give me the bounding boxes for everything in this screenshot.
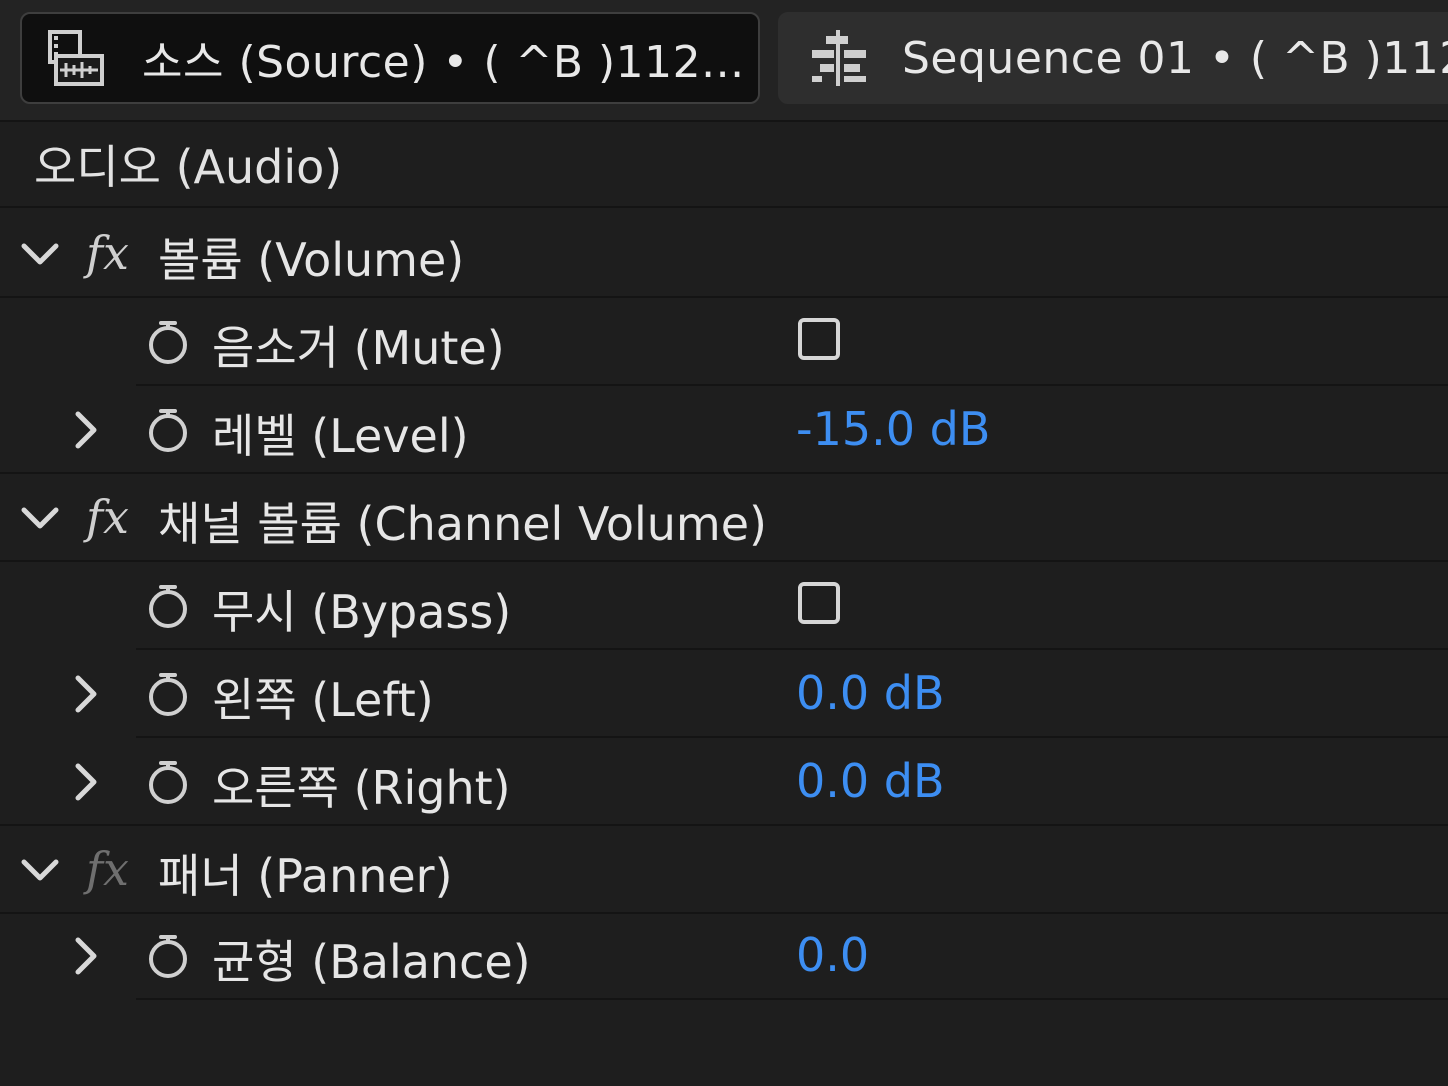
param-row-bypass: 무시 (Bypass) [0,562,1448,650]
chevron-right-icon[interactable] [66,936,106,976]
audio-section-title: 오디오 (Audio) [34,140,343,194]
effect-row-channel-volume: fx 채널 볼륨 (Channel Volume) [0,474,1448,562]
param-row-balance: 균형 (Balance) 0.0 [0,912,1448,1000]
stopwatch-icon[interactable] [144,670,192,718]
effect-row-panner: fx 패너 (Panner) [0,826,1448,914]
chevron-right-icon[interactable] [66,762,106,802]
param-row-level: 레벨 (Level) -15.0 dB [0,386,1448,474]
chevron-right-icon[interactable] [66,674,106,714]
effect-row-volume: fx 볼륨 (Volume) [0,210,1448,298]
fx-toggle-volume[interactable]: fx [86,226,129,280]
effect-label-panner: 패너 (Panner) [158,849,453,903]
effect-label-channel-volume: 채널 볼륨 (Channel Volume) [158,497,767,551]
bypass-checkbox[interactable] [798,582,840,624]
effect-controls-panel: 소스 (Source) • ( ^B )112... Sequence 01 •… [0,0,1448,1086]
source-clip-icon [44,26,108,90]
tab-source[interactable]: 소스 (Source) • ( ^B )112... [20,12,760,104]
chevron-down-icon[interactable] [20,498,60,538]
effect-label-volume: 볼륨 (Volume) [158,233,465,287]
param-row-left: 왼쪽 (Left) 0.0 dB [0,650,1448,738]
stopwatch-icon[interactable] [144,318,192,366]
level-value[interactable]: -15.0 dB [796,402,990,456]
param-label-bypass: 무시 (Bypass) [212,585,512,639]
param-row-right: 오른쪽 (Right) 0.0 dB [0,738,1448,826]
param-row-mute: 음소거 (Mute) [0,298,1448,386]
stopwatch-icon[interactable] [144,582,192,630]
param-label-balance: 균형 (Balance) [212,935,531,989]
fx-toggle-channel-volume[interactable]: fx [86,490,129,544]
tab-bar: 소스 (Source) • ( ^B )112... Sequence 01 •… [0,0,1448,122]
param-label-left: 왼쪽 (Left) [212,673,434,727]
chevron-down-icon[interactable] [20,850,60,890]
left-value[interactable]: 0.0 dB [796,666,945,720]
balance-value[interactable]: 0.0 [796,928,869,982]
param-label-level: 레벨 (Level) [212,409,469,463]
chevron-right-icon[interactable] [66,410,106,450]
param-label-mute: 음소거 (Mute) [212,321,505,375]
audio-section-header: 오디오 (Audio) [0,122,1448,208]
tab-sequence[interactable]: Sequence 01 • ( ^B )112... [778,12,1448,104]
chevron-down-icon[interactable] [20,234,60,274]
tab-sequence-label: Sequence 01 • ( ^B )112... [902,32,1448,84]
param-label-right: 오른쪽 (Right) [212,761,511,815]
fx-toggle-panner[interactable]: fx [86,842,129,896]
stopwatch-icon[interactable] [144,932,192,980]
stopwatch-icon[interactable] [144,758,192,806]
right-value[interactable]: 0.0 dB [796,754,945,808]
sequence-icon [808,26,872,90]
mute-checkbox[interactable] [798,318,840,360]
stopwatch-icon[interactable] [144,406,192,454]
tab-source-label: 소스 (Source) • ( ^B )112... [142,37,745,88]
